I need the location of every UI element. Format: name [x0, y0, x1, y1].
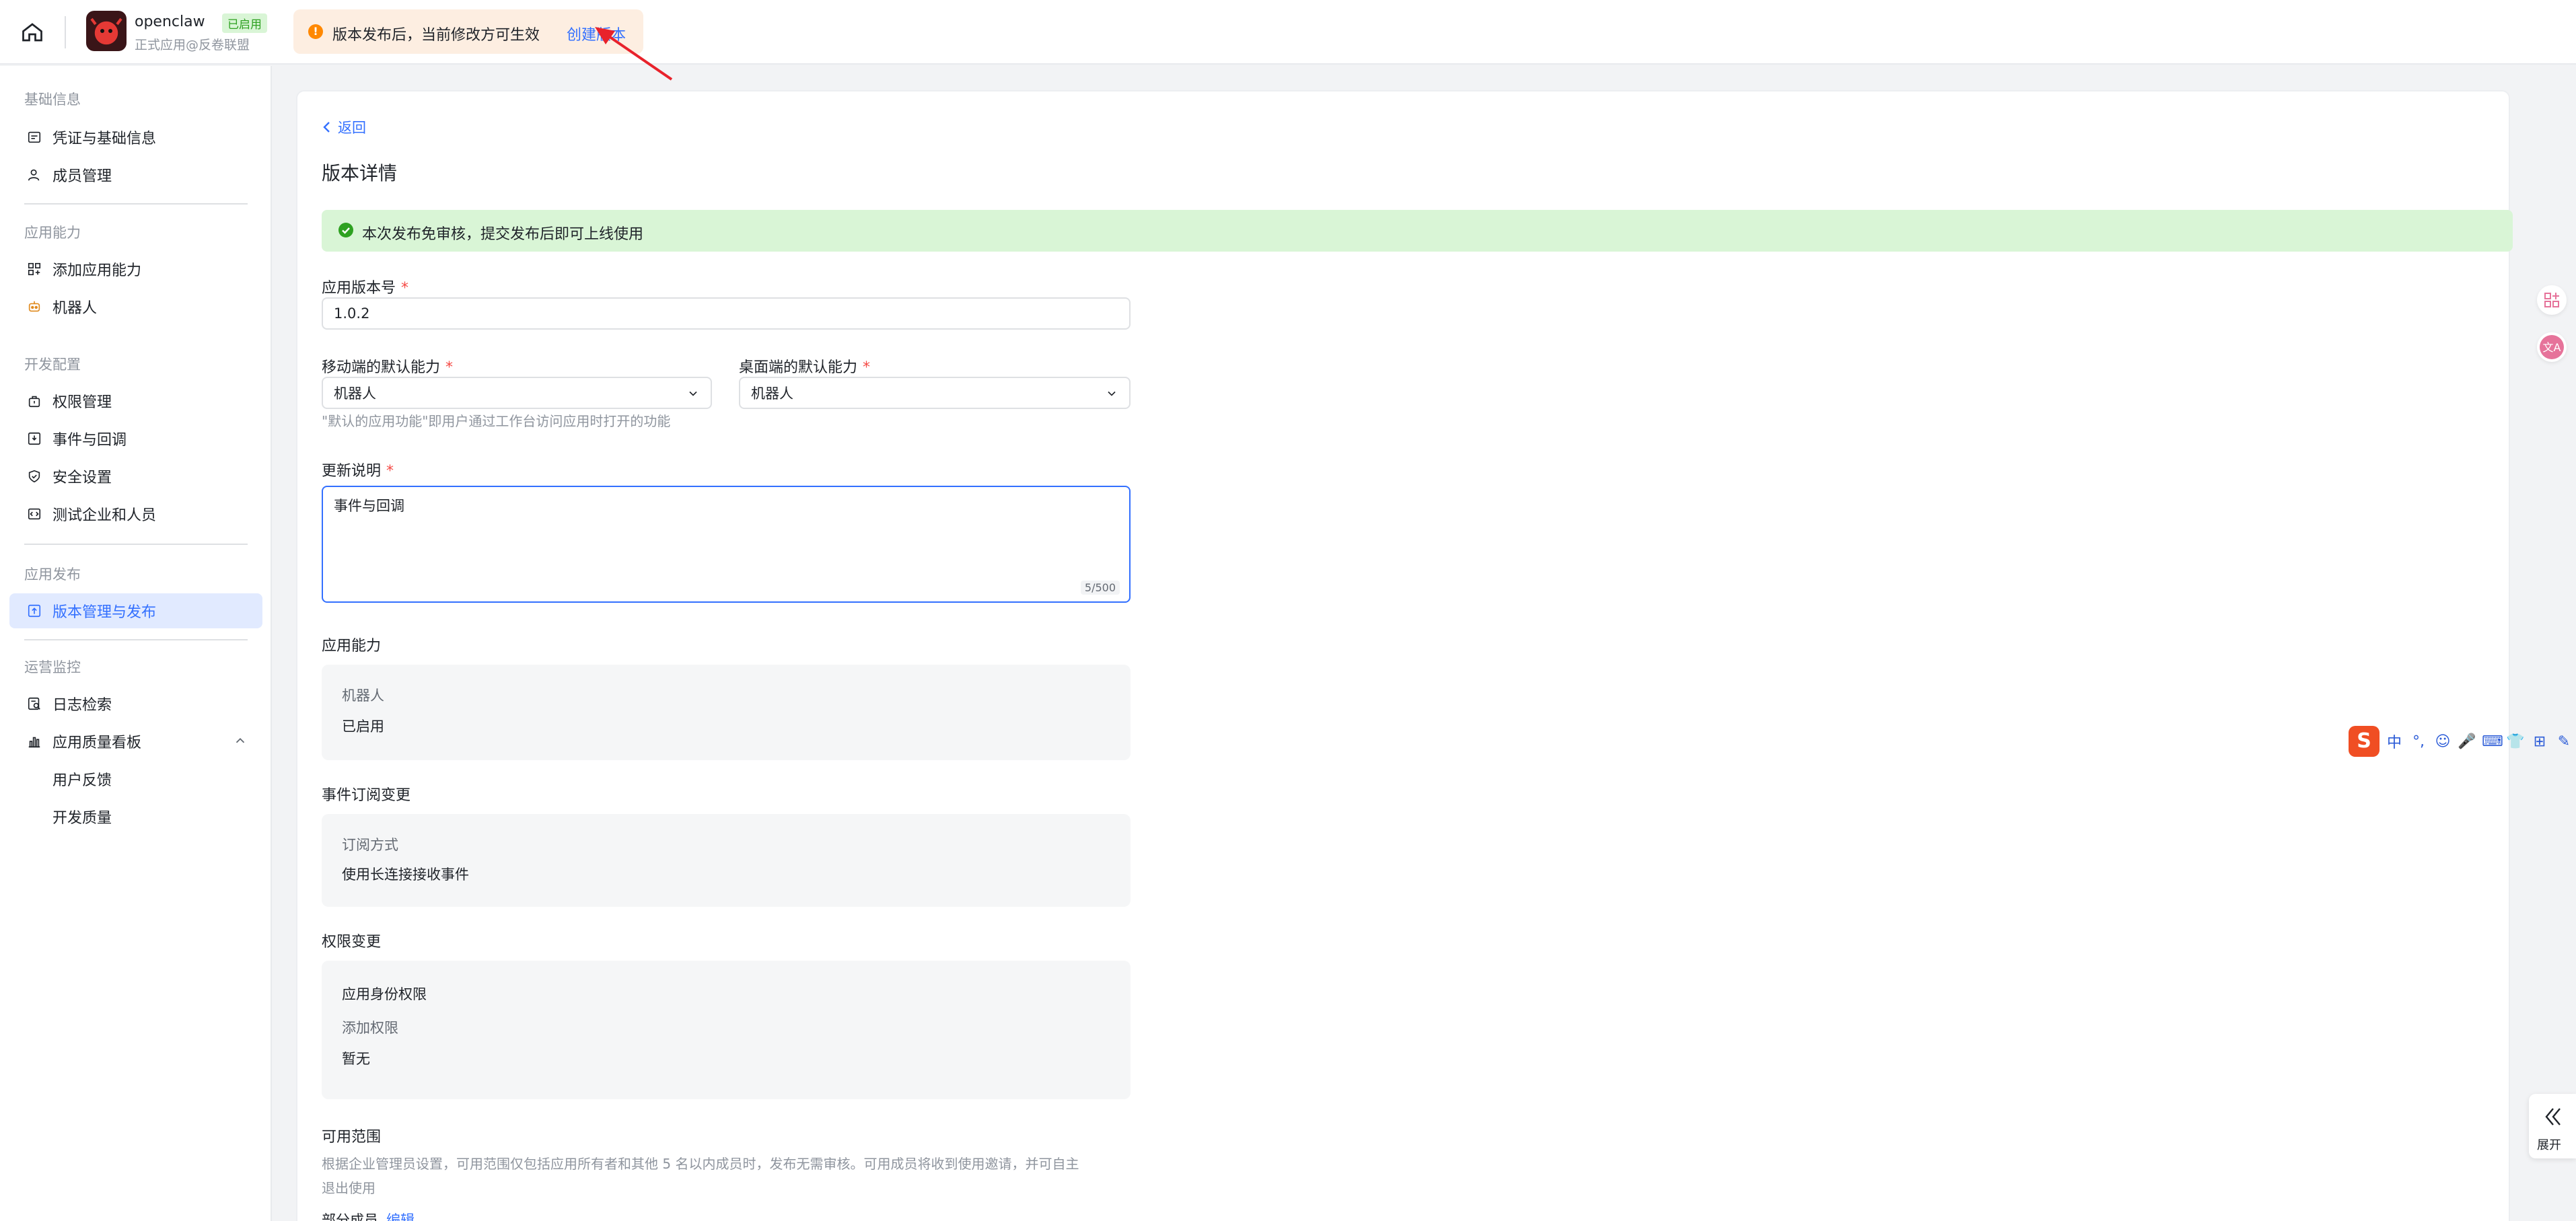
- ime-keyboard-icon[interactable]: ⌨: [2482, 733, 2503, 750]
- ime-emoji-icon[interactable]: ☺: [2433, 733, 2452, 750]
- chevron-down-icon: [689, 391, 697, 396]
- section-title-ops: 运营监控: [24, 659, 81, 675]
- upload-icon: [26, 602, 43, 620]
- warning-icon: !: [308, 24, 323, 39]
- scope-partial-row: 部分成员 编辑: [322, 1210, 415, 1221]
- sidebar: 基础信息 凭证与基础信息 成员管理 应用能力 添加应用能力 机器人 开发配置 权…: [0, 66, 272, 1221]
- page-title: 版本详情: [322, 162, 398, 184]
- scope-edit-link[interactable]: 编辑: [386, 1212, 415, 1221]
- double-chevron-left-icon: [2545, 1108, 2561, 1125]
- version-input[interactable]: 1.0.2: [322, 297, 1131, 330]
- section-title-capability: 应用能力: [24, 225, 81, 241]
- apps-plus-icon: [26, 260, 43, 278]
- default-capability-hint: "默认的应用功能"即用户通过工作台访问应用时打开的功能: [322, 413, 671, 429]
- sidebar-item-events[interactable]: 事件与回调: [9, 421, 262, 456]
- scope-description: 根据企业管理员设置，可用范围仅包括应用所有者和其他 5 名以内成员时，发布无需审…: [322, 1156, 1079, 1172]
- divider: [24, 203, 248, 205]
- scope-description-line2: 退出使用: [322, 1180, 375, 1196]
- ime-toolbox-icon[interactable]: ⊞: [2530, 733, 2549, 750]
- ime-more-icon[interactable]: ✎: [2554, 733, 2573, 750]
- capability-section-title: 应用能力: [322, 638, 382, 655]
- sidebar-item-version-release[interactable]: 版本管理与发布: [9, 593, 262, 628]
- divider: [65, 16, 66, 48]
- home-icon[interactable]: [20, 20, 44, 44]
- check-circle-icon: [338, 223, 353, 237]
- event-icon: [26, 430, 43, 447]
- ime-punctuation-icon[interactable]: °,: [2409, 733, 2428, 750]
- robot-icon: [26, 298, 43, 316]
- divider: [24, 639, 248, 640]
- success-banner: 本次发布免审核，提交发布后即可上线使用: [322, 210, 2513, 252]
- sidebar-item-user-feedback[interactable]: 用户反馈: [9, 762, 262, 797]
- char-counter: 5/500: [1080, 581, 1120, 595]
- translate-icon[interactable]: 文A: [2537, 332, 2567, 362]
- sidebar-item-members[interactable]: 成员管理: [9, 157, 262, 192]
- desktop-default-label: 桌面端的默认能力 *: [739, 359, 871, 376]
- log-search-icon: [26, 695, 43, 712]
- ime-skin-icon[interactable]: 👕: [2506, 733, 2525, 750]
- sidebar-item-robot[interactable]: 机器人: [9, 289, 262, 324]
- desktop-default-select[interactable]: 机器人: [739, 377, 1131, 409]
- divider: [24, 544, 248, 545]
- expand-button[interactable]: 展开: [2529, 1094, 2576, 1158]
- svg-text:文A: 文A: [2543, 341, 2561, 354]
- event-section-title: 事件订阅变更: [322, 787, 411, 804]
- back-link[interactable]: 返回: [322, 117, 366, 137]
- shield-icon: [26, 468, 43, 485]
- sidebar-item-log-search[interactable]: 日志检索: [9, 686, 262, 721]
- sidebar-item-add-capability[interactable]: 添加应用能力: [9, 252, 262, 287]
- section-title-release: 应用发布: [24, 566, 81, 583]
- top-bar: openclaw 已启用 正式应用@反卷联盟 ! 版本发布后，当前修改方可生效 …: [0, 0, 2576, 81]
- code-icon: [26, 505, 43, 523]
- version-label: 应用版本号 *: [322, 280, 409, 297]
- section-title-dev: 开发配置: [24, 357, 81, 373]
- event-box: 订阅方式 使用长连接接收事件: [322, 814, 1131, 907]
- id-card-icon: [26, 128, 43, 146]
- mobile-default-select[interactable]: 机器人: [322, 377, 712, 409]
- ime-chinese-icon[interactable]: 中: [2385, 731, 2404, 752]
- sidebar-item-quality-board[interactable]: 应用质量看板: [9, 724, 262, 759]
- chevron-up-icon[interactable]: [233, 733, 248, 748]
- app-subtitle: 正式应用@反卷联盟: [135, 38, 250, 52]
- permission-box: 应用身份权限 添加权限 暂无: [322, 961, 1131, 1099]
- app-status-badge: 已启用: [222, 13, 267, 33]
- capability-box: 机器人 已启用: [322, 665, 1131, 760]
- ime-toolbar: S 中 °, ☺ 🎤 ⌨ 👕 ⊞ ✎: [2349, 725, 2573, 757]
- scope-section-title: 可用范围: [322, 1129, 382, 1146]
- chevron-down-icon: [1108, 391, 1116, 396]
- app-avatar: [86, 11, 127, 51]
- section-title-basic: 基础信息: [24, 91, 81, 108]
- annotation-arrow-icon: [595, 27, 673, 81]
- sidebar-item-security[interactable]: 安全设置: [9, 459, 262, 494]
- publish-notice: ! 版本发布后，当前修改方可生效 创建版本: [293, 9, 643, 54]
- lock-bag-icon: [26, 392, 43, 410]
- user-icon: [26, 166, 43, 184]
- mobile-default-label: 移动端的默认能力 *: [322, 359, 454, 376]
- chevron-left-icon: [323, 122, 330, 133]
- sidebar-item-dev-quality[interactable]: 开发质量: [9, 799, 262, 834]
- ime-voice-icon[interactable]: 🎤: [2458, 733, 2476, 750]
- notice-text: 版本发布后，当前修改方可生效: [332, 27, 540, 44]
- sidebar-item-credentials[interactable]: 凭证与基础信息: [9, 120, 262, 155]
- bar-chart-icon: [26, 733, 43, 750]
- sidebar-item-test-tenant[interactable]: 测试企业和人员: [9, 496, 262, 531]
- notes-label: 更新说明 *: [322, 463, 394, 480]
- grid-plus-icon[interactable]: [2537, 285, 2567, 315]
- app-name: openclaw: [135, 13, 205, 30]
- permission-section-title: 权限变更: [322, 934, 382, 951]
- sidebar-item-permissions[interactable]: 权限管理: [9, 383, 262, 418]
- version-detail-panel: 返回 版本详情 本次发布免审核，提交发布后即可上线使用 应用版本号 * 1.0.2…: [296, 90, 2513, 1221]
- sogou-logo-icon[interactable]: S: [2349, 726, 2380, 757]
- release-notes-textarea[interactable]: 事件与回调 5/500: [322, 486, 1131, 603]
